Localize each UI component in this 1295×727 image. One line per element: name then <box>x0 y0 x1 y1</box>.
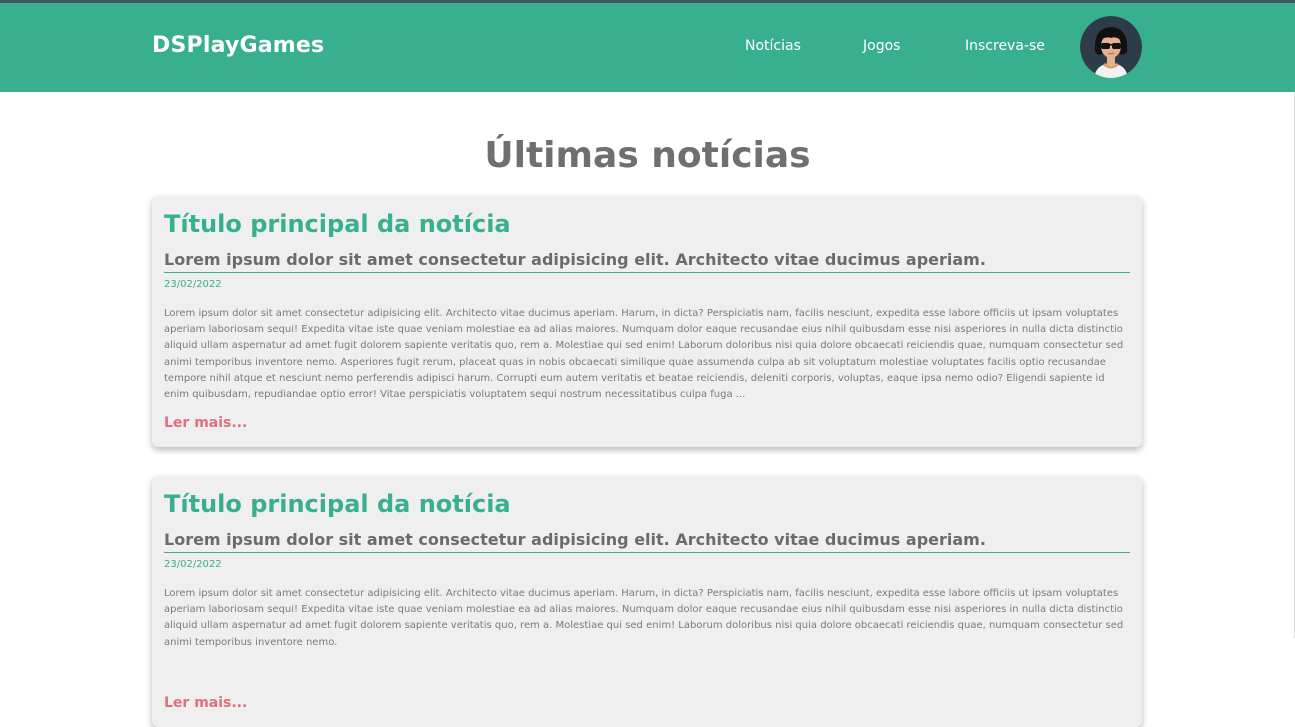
news-card: Título principal da notícia Lorem ipsum … <box>152 476 1142 727</box>
nav-link-jogos[interactable]: Jogos <box>863 38 900 54</box>
news-date: 23/02/2022 <box>164 559 222 570</box>
avatar-icon <box>1080 16 1142 78</box>
brand-logo[interactable]: DSPlayGames <box>152 33 324 58</box>
news-subtitle: Lorem ipsum dolor sit amet consectetur a… <box>164 250 1130 273</box>
news-body: Lorem ipsum dolor sit amet consectetur a… <box>164 308 1124 401</box>
news-date: 23/02/2022 <box>164 279 222 290</box>
news-title: Título principal da notícia <box>164 490 511 518</box>
news-subtitle: Lorem ipsum dolor sit amet consectetur a… <box>164 530 1130 553</box>
read-more-link[interactable]: Ler mais... <box>164 695 247 711</box>
nav-link-noticias[interactable]: Notícias <box>745 38 801 54</box>
site-header: DSPlayGames Notícias Jogos Inscreva-se <box>0 3 1295 92</box>
page-title: Últimas notícias <box>484 135 811 176</box>
news-card: Título principal da notícia Lorem ipsum … <box>152 196 1142 447</box>
read-more-link[interactable]: Ler mais... <box>164 415 247 431</box>
user-avatar[interactable] <box>1080 16 1142 78</box>
news-title: Título principal da notícia <box>164 210 511 238</box>
nav-link-inscreva-se[interactable]: Inscreva-se <box>965 38 1045 54</box>
news-body: Lorem ipsum dolor sit amet consectetur a… <box>164 588 1124 648</box>
